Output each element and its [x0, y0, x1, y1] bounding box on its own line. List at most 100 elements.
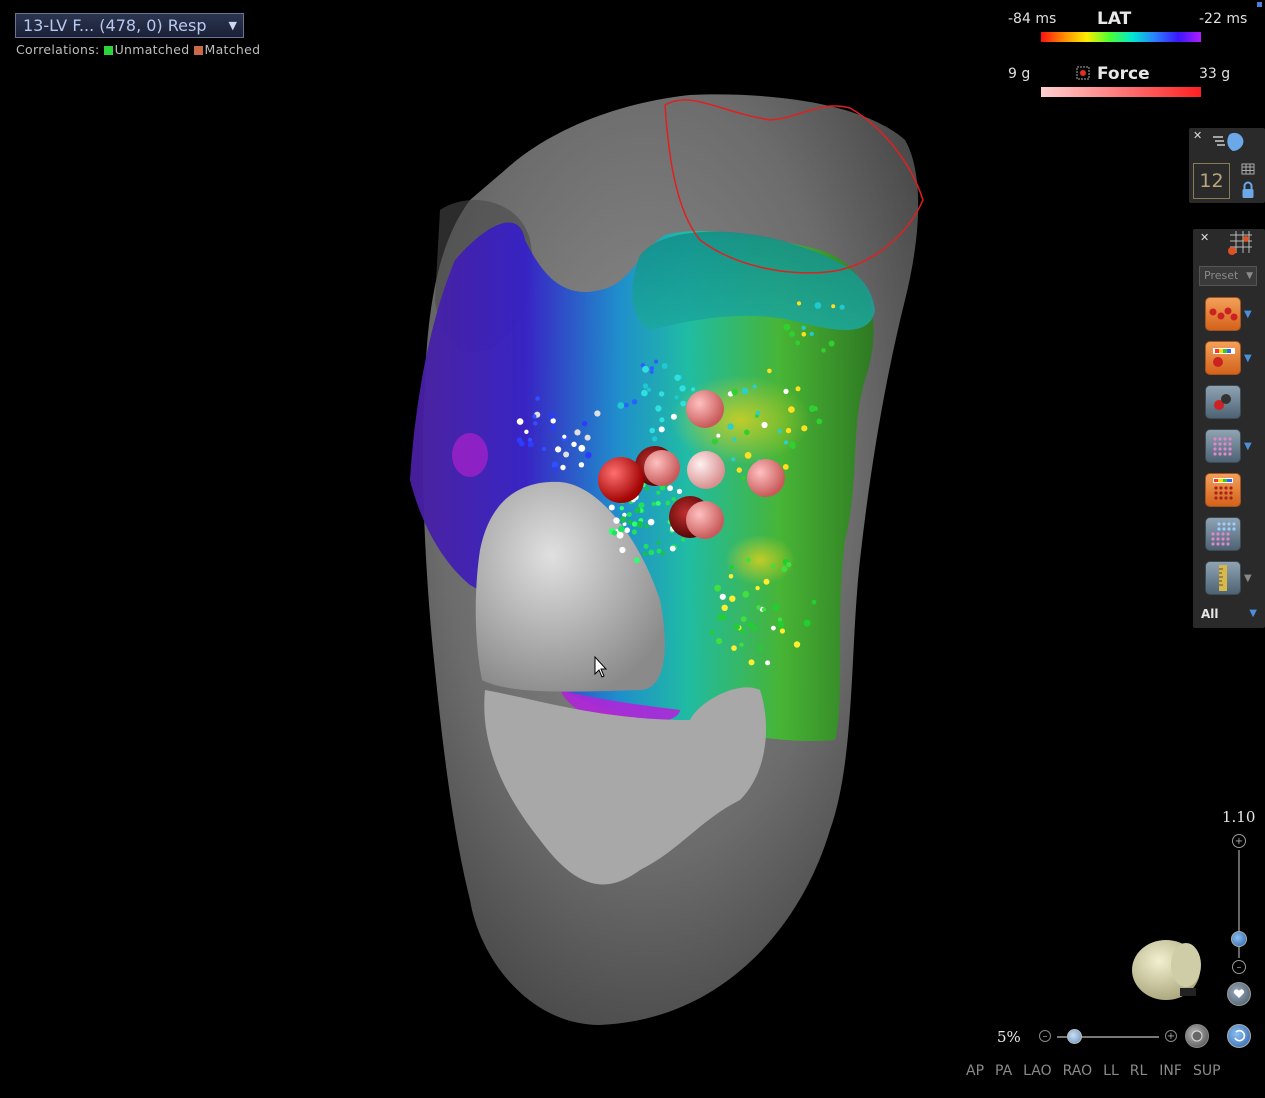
mapping-point	[767, 368, 772, 374]
ablation-tag[interactable]	[747, 459, 785, 497]
filter-label: All	[1201, 607, 1219, 621]
heart-orientation-icon[interactable]	[1132, 940, 1201, 1000]
point-style-button[interactable]	[1205, 385, 1241, 419]
view-lao[interactable]: LAO	[1023, 1063, 1051, 1079]
unmatched-swatch	[103, 46, 113, 55]
matched-label: Matched	[204, 42, 261, 57]
mapping-point	[731, 388, 739, 396]
zoom-in-button[interactable]: +	[1232, 834, 1246, 848]
dots-grid-button[interactable]	[1205, 429, 1241, 463]
mapping-point	[661, 363, 668, 369]
mapping-point	[745, 557, 751, 563]
mapping-point	[560, 464, 566, 471]
ablation-tag[interactable]	[686, 390, 724, 428]
force-icon	[1076, 66, 1090, 80]
view-pa[interactable]: PA	[995, 1063, 1012, 1079]
mapping-point	[676, 488, 683, 494]
mapping-point	[571, 441, 577, 447]
mapping-point	[765, 660, 771, 666]
heart-icon	[1233, 989, 1245, 998]
mapping-point	[643, 543, 649, 549]
close-view-panel-icon[interactable]: ✕	[1193, 129, 1202, 142]
mapping-point	[642, 551, 648, 557]
mapping-point	[655, 500, 661, 506]
mapping-point	[736, 467, 742, 473]
preset-dropdown[interactable]: Preset ▼	[1199, 266, 1257, 286]
mapping-point	[796, 301, 802, 306]
tag-color-button[interactable]	[1205, 341, 1241, 375]
tag-icon	[1213, 348, 1235, 367]
mapping-point	[801, 332, 807, 337]
transparency-toggle-button[interactable]	[1185, 1024, 1209, 1048]
opacity-increase-button[interactable]: +	[1165, 1030, 1177, 1042]
ablation-tags-chevron-icon[interactable]: ▼	[1244, 309, 1252, 320]
mapping-point	[524, 429, 529, 434]
map-selector[interactable]: 13-LV F... (478, 0) Resp ▼	[15, 13, 244, 38]
view-inf[interactable]: INF	[1159, 1063, 1182, 1079]
mapping-point	[755, 585, 760, 591]
color-grid-button[interactable]	[1205, 473, 1241, 507]
mapping-point	[714, 584, 721, 592]
lat-min-label: -84 ms	[1008, 11, 1057, 27]
ruler-chevron-icon[interactable]: ▼	[1244, 573, 1252, 584]
magenta-region	[452, 433, 488, 477]
reset-heart-button[interactable]	[1227, 982, 1251, 1006]
mapping-point	[710, 630, 715, 635]
close-tags-panel-icon[interactable]: ✕	[1200, 231, 1209, 244]
mapping-point	[740, 616, 747, 622]
layer-number-box[interactable]: 12	[1193, 163, 1230, 199]
lock-icon[interactable]	[1241, 181, 1255, 199]
mapping-point	[665, 500, 671, 506]
mapping-point	[785, 427, 792, 434]
dots-grid-chevron-icon[interactable]: ▼	[1244, 441, 1252, 452]
mapping-point	[578, 444, 586, 452]
grid-icon[interactable]	[1241, 163, 1255, 175]
zoom-out-button[interactable]: –	[1232, 960, 1246, 974]
mapping-point	[674, 395, 679, 400]
mapping-point	[655, 405, 662, 412]
chevron-down-icon: ▼	[1249, 608, 1257, 619]
3d-map-viewport[interactable]	[0, 0, 1265, 1098]
mapping-point	[739, 642, 744, 647]
mapping-point	[681, 537, 686, 542]
zoom-slider-handle[interactable]	[1231, 931, 1247, 947]
tag-color-chevron-icon[interactable]: ▼	[1244, 353, 1252, 364]
mapping-point	[638, 502, 645, 509]
mapping-point	[763, 578, 770, 585]
ablation-tag[interactable]	[598, 457, 644, 503]
view-ap[interactable]: AP	[966, 1063, 984, 1079]
mapping-point	[748, 659, 755, 666]
view-rao[interactable]: RAO	[1063, 1063, 1093, 1079]
matched-swatch	[193, 46, 203, 55]
heart-view-icon[interactable]	[1211, 131, 1247, 153]
correlations-label: Correlations:	[16, 42, 100, 57]
mapping-point	[656, 540, 661, 545]
mapping-point	[644, 524, 649, 529]
mapping-point	[801, 325, 806, 330]
mapping-point	[814, 302, 822, 309]
minus-icon: –	[1042, 1030, 1048, 1042]
opacity-decrease-button[interactable]: –	[1039, 1030, 1051, 1042]
ablation-tags-button[interactable]	[1205, 297, 1241, 331]
view-ll[interactable]: LL	[1103, 1063, 1119, 1079]
blue-grid-button[interactable]	[1205, 517, 1241, 551]
plus-icon: +	[1234, 835, 1244, 847]
points-icon[interactable]	[1224, 231, 1254, 257]
mapping-point	[731, 457, 736, 462]
view-sup[interactable]: SUP	[1193, 1063, 1221, 1079]
mapping-point	[563, 451, 570, 458]
mapping-point	[770, 564, 776, 569]
ablation-tags-icon	[1209, 307, 1238, 321]
ablation-tag[interactable]	[686, 501, 724, 539]
ablation-tag[interactable]	[687, 451, 725, 489]
ablation-tag[interactable]	[644, 450, 680, 486]
mapping-point	[634, 557, 640, 564]
mapping-point	[761, 607, 767, 612]
filter-dropdown[interactable]: All ▼	[1198, 604, 1261, 624]
ruler-button[interactable]	[1205, 561, 1241, 595]
mapping-point	[594, 410, 601, 417]
mapping-point	[716, 638, 723, 645]
rotate-view-button[interactable]	[1227, 1024, 1251, 1048]
mapping-point	[618, 525, 625, 533]
view-rl[interactable]: RL	[1130, 1063, 1148, 1079]
